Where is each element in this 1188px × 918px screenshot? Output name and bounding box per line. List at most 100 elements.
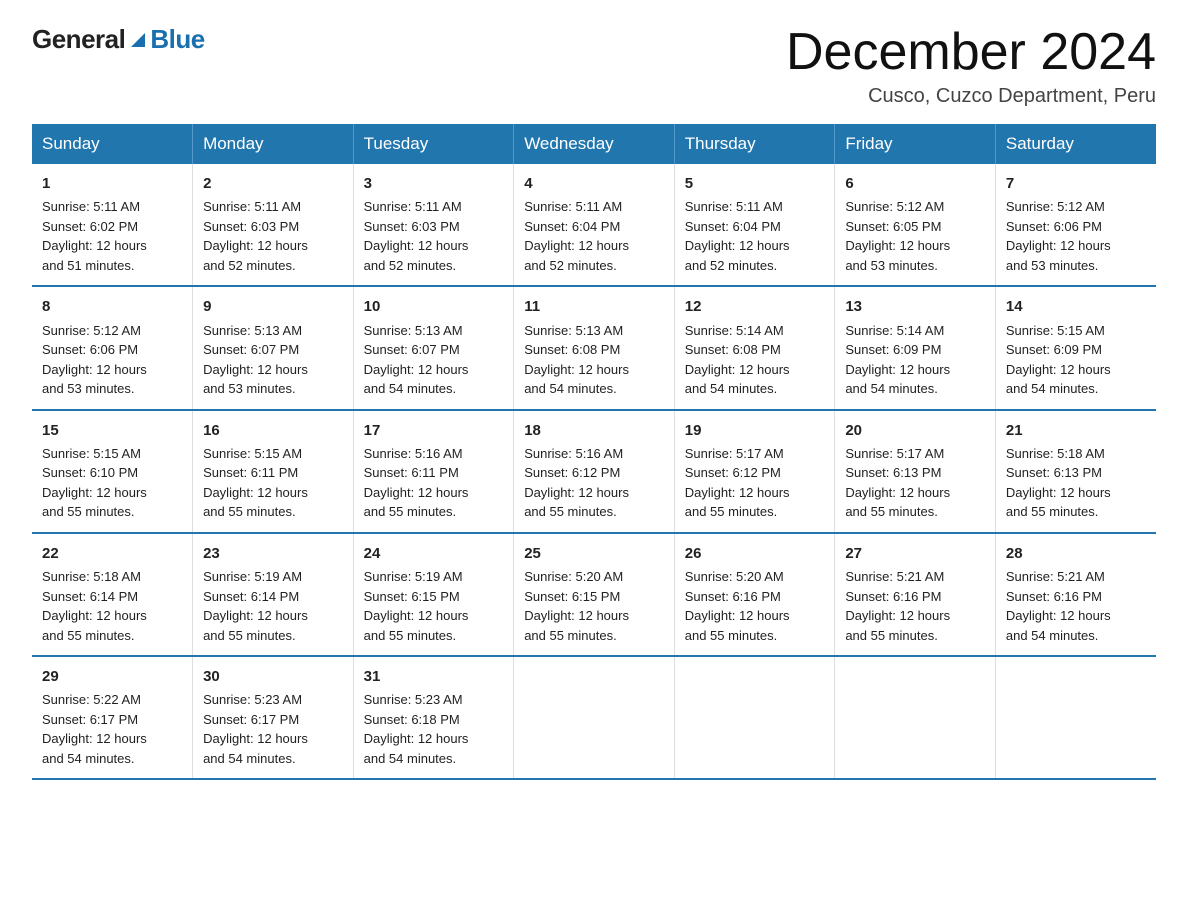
logo-triangle-icon bbox=[127, 29, 149, 51]
day-info: Sunrise: 5:21 AMSunset: 6:16 PMDaylight:… bbox=[845, 567, 985, 645]
calendar-cell: 19Sunrise: 5:17 AMSunset: 6:12 PMDayligh… bbox=[674, 410, 835, 533]
calendar-cell: 31Sunrise: 5:23 AMSunset: 6:18 PMDayligh… bbox=[353, 656, 514, 779]
day-number: 19 bbox=[685, 419, 825, 442]
calendar-cell: 27Sunrise: 5:21 AMSunset: 6:16 PMDayligh… bbox=[835, 533, 996, 656]
month-title: December 2024 bbox=[786, 24, 1156, 81]
day-info: Sunrise: 5:20 AMSunset: 6:16 PMDaylight:… bbox=[685, 567, 825, 645]
header-monday: Monday bbox=[193, 124, 354, 164]
day-info: Sunrise: 5:23 AMSunset: 6:17 PMDaylight:… bbox=[203, 690, 343, 768]
day-info: Sunrise: 5:19 AMSunset: 6:15 PMDaylight:… bbox=[364, 567, 504, 645]
calendar-cell: 18Sunrise: 5:16 AMSunset: 6:12 PMDayligh… bbox=[514, 410, 675, 533]
day-info: Sunrise: 5:18 AMSunset: 6:13 PMDaylight:… bbox=[1006, 444, 1146, 522]
calendar-cell: 2Sunrise: 5:11 AMSunset: 6:03 PMDaylight… bbox=[193, 164, 354, 286]
day-info: Sunrise: 5:11 AMSunset: 6:03 PMDaylight:… bbox=[364, 197, 504, 275]
calendar-cell bbox=[674, 656, 835, 779]
header-sunday: Sunday bbox=[32, 124, 193, 164]
day-info: Sunrise: 5:17 AMSunset: 6:12 PMDaylight:… bbox=[685, 444, 825, 522]
day-number: 18 bbox=[524, 419, 664, 442]
calendar-cell bbox=[514, 656, 675, 779]
day-info: Sunrise: 5:13 AMSunset: 6:07 PMDaylight:… bbox=[203, 321, 343, 399]
day-info: Sunrise: 5:19 AMSunset: 6:14 PMDaylight:… bbox=[203, 567, 343, 645]
day-number: 16 bbox=[203, 419, 343, 442]
week-row-2: 8 Sunrise: 5:12 AMSunset: 6:06 PMDaylight… bbox=[32, 286, 1156, 409]
day-info: Sunrise: 5:11 AMSunset: 6:03 PMDaylight:… bbox=[203, 197, 343, 275]
day-info: Sunrise: 5:15 AMSunset: 6:11 PMDaylight:… bbox=[203, 444, 343, 522]
day-info: Sunrise: 5:12 AMSunset: 6:05 PMDaylight:… bbox=[845, 197, 985, 275]
calendar-cell: 24Sunrise: 5:19 AMSunset: 6:15 PMDayligh… bbox=[353, 533, 514, 656]
location: Cusco, Cuzco Department, Peru bbox=[786, 85, 1156, 108]
header-friday: Friday bbox=[835, 124, 996, 164]
calendar-cell: 29Sunrise: 5:22 AMSunset: 6:17 PMDayligh… bbox=[32, 656, 193, 779]
calendar-cell: 20Sunrise: 5:17 AMSunset: 6:13 PMDayligh… bbox=[835, 410, 996, 533]
calendar-body: 1Sunrise: 5:11 AMSunset: 6:02 PMDaylight… bbox=[32, 164, 1156, 779]
day-number: 14 bbox=[1006, 295, 1146, 318]
calendar-cell: 25Sunrise: 5:20 AMSunset: 6:15 PMDayligh… bbox=[514, 533, 675, 656]
day-info: Sunrise: 5:12 AMSunset: 6:06 PMDaylight:… bbox=[1006, 197, 1146, 275]
calendar-cell: 3Sunrise: 5:11 AMSunset: 6:03 PMDaylight… bbox=[353, 164, 514, 286]
logo-blue-text: Blue bbox=[150, 24, 204, 55]
day-number: 25 bbox=[524, 542, 664, 565]
day-number: 2 bbox=[203, 172, 343, 195]
day-info: Sunrise: 5:13 AMSunset: 6:08 PMDaylight:… bbox=[524, 321, 664, 399]
day-number: 6 bbox=[845, 172, 985, 195]
calendar-cell bbox=[835, 656, 996, 779]
day-number: 17 bbox=[364, 419, 504, 442]
day-info: Sunrise: 5:16 AMSunset: 6:11 PMDaylight:… bbox=[364, 444, 504, 522]
calendar-cell: 30Sunrise: 5:23 AMSunset: 6:17 PMDayligh… bbox=[193, 656, 354, 779]
calendar-cell: 9 Sunrise: 5:13 AMSunset: 6:07 PMDaylight… bbox=[193, 286, 354, 409]
calendar-cell: 23Sunrise: 5:19 AMSunset: 6:14 PMDayligh… bbox=[193, 533, 354, 656]
day-number: 31 bbox=[364, 665, 504, 688]
day-info: Sunrise: 5:17 AMSunset: 6:13 PMDaylight:… bbox=[845, 444, 985, 522]
day-number: 9 bbox=[203, 295, 343, 318]
calendar-cell: 11Sunrise: 5:13 AMSunset: 6:08 PMDayligh… bbox=[514, 286, 675, 409]
week-row-1: 1Sunrise: 5:11 AMSunset: 6:02 PMDaylight… bbox=[32, 164, 1156, 286]
day-info: Sunrise: 5:14 AMSunset: 6:09 PMDaylight:… bbox=[845, 321, 985, 399]
logo: General Blue bbox=[32, 24, 205, 55]
calendar-cell: 17Sunrise: 5:16 AMSunset: 6:11 PMDayligh… bbox=[353, 410, 514, 533]
day-number: 1 bbox=[42, 172, 182, 195]
day-info: Sunrise: 5:18 AMSunset: 6:14 PMDaylight:… bbox=[42, 567, 182, 645]
day-info: Sunrise: 5:11 AMSunset: 6:02 PMDaylight:… bbox=[42, 197, 182, 275]
day-number: 5 bbox=[685, 172, 825, 195]
calendar-table: SundayMondayTuesdayWednesdayThursdayFrid… bbox=[32, 124, 1156, 780]
day-number: 15 bbox=[42, 419, 182, 442]
calendar-cell: 21Sunrise: 5:18 AMSunset: 6:13 PMDayligh… bbox=[995, 410, 1156, 533]
day-info: Sunrise: 5:23 AMSunset: 6:18 PMDaylight:… bbox=[364, 690, 504, 768]
day-info: Sunrise: 5:14 AMSunset: 6:08 PMDaylight:… bbox=[685, 321, 825, 399]
calendar-cell: 28Sunrise: 5:21 AMSunset: 6:16 PMDayligh… bbox=[995, 533, 1156, 656]
day-info: Sunrise: 5:11 AMSunset: 6:04 PMDaylight:… bbox=[685, 197, 825, 275]
day-info: Sunrise: 5:20 AMSunset: 6:15 PMDaylight:… bbox=[524, 567, 664, 645]
day-number: 3 bbox=[364, 172, 504, 195]
day-number: 23 bbox=[203, 542, 343, 565]
day-info: Sunrise: 5:13 AMSunset: 6:07 PMDaylight:… bbox=[364, 321, 504, 399]
title-area: December 2024 Cusco, Cuzco Department, P… bbox=[786, 24, 1156, 108]
day-info: Sunrise: 5:15 AMSunset: 6:10 PMDaylight:… bbox=[42, 444, 182, 522]
day-info: Sunrise: 5:21 AMSunset: 6:16 PMDaylight:… bbox=[1006, 567, 1146, 645]
day-number: 8 bbox=[42, 295, 182, 318]
day-number: 7 bbox=[1006, 172, 1146, 195]
header-thursday: Thursday bbox=[674, 124, 835, 164]
week-row-5: 29Sunrise: 5:22 AMSunset: 6:17 PMDayligh… bbox=[32, 656, 1156, 779]
calendar-cell: 15Sunrise: 5:15 AMSunset: 6:10 PMDayligh… bbox=[32, 410, 193, 533]
day-info: Sunrise: 5:16 AMSunset: 6:12 PMDaylight:… bbox=[524, 444, 664, 522]
calendar-cell: 7Sunrise: 5:12 AMSunset: 6:06 PMDaylight… bbox=[995, 164, 1156, 286]
day-info: Sunrise: 5:12 AMSunset: 6:06 PMDaylight:… bbox=[42, 321, 182, 399]
day-number: 10 bbox=[364, 295, 504, 318]
calendar-cell: 4Sunrise: 5:11 AMSunset: 6:04 PMDaylight… bbox=[514, 164, 675, 286]
calendar-cell: 8 Sunrise: 5:12 AMSunset: 6:06 PMDaylight… bbox=[32, 286, 193, 409]
day-info: Sunrise: 5:15 AMSunset: 6:09 PMDaylight:… bbox=[1006, 321, 1146, 399]
calendar-cell: 6Sunrise: 5:12 AMSunset: 6:05 PMDaylight… bbox=[835, 164, 996, 286]
days-header-row: SundayMondayTuesdayWednesdayThursdayFrid… bbox=[32, 124, 1156, 164]
page: General Blue December 2024 Cusco, Cuzco … bbox=[0, 0, 1188, 812]
header-tuesday: Tuesday bbox=[353, 124, 514, 164]
logo-area: General Blue bbox=[32, 24, 205, 55]
calendar-cell: 5Sunrise: 5:11 AMSunset: 6:04 PMDaylight… bbox=[674, 164, 835, 286]
day-number: 12 bbox=[685, 295, 825, 318]
calendar-cell: 12 Sunrise: 5:14 AMSunset: 6:08 PMDayligh… bbox=[674, 286, 835, 409]
day-number: 22 bbox=[42, 542, 182, 565]
day-number: 4 bbox=[524, 172, 664, 195]
header-wednesday: Wednesday bbox=[514, 124, 675, 164]
calendar-cell bbox=[995, 656, 1156, 779]
calendar-cell: 10 Sunrise: 5:13 AMSunset: 6:07 PMDayligh… bbox=[353, 286, 514, 409]
header-saturday: Saturday bbox=[995, 124, 1156, 164]
